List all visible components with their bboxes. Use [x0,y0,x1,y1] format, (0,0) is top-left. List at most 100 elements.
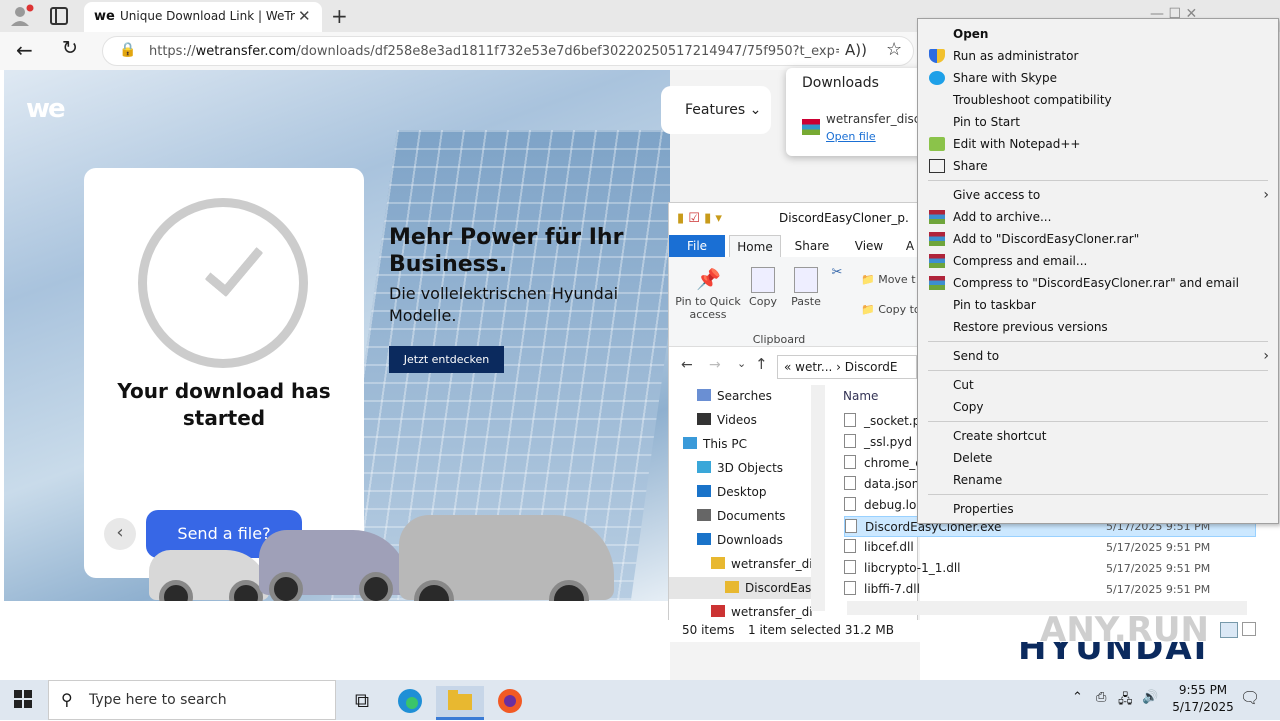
context-menu-item[interactable]: Edit with Notepad++ [919,133,1277,155]
browser-tab[interactable]: we Unique Download Link | WeTrans ✕ [84,2,322,32]
pin-quick-access-button[interactable]: 📌 Pin to Quick access [675,267,741,321]
up-arrow-icon[interactable]: ↑ [755,355,768,373]
menu-item-label: Give access to [953,188,1041,202]
menu-item-label: Add to "DiscordEasyCloner.rar" [953,232,1140,246]
clipboard-group-label: Clipboard [752,333,806,346]
details-view-icon[interactable] [1220,622,1238,638]
paste-icon [794,267,818,293]
file-name: _ssl.pyd [864,435,912,449]
ribbon-tab-file[interactable]: File [669,235,725,257]
ribbon: 📌 Pin to Quick access Copy Paste ✂ 📁 Mov… [669,257,921,347]
context-menu-item[interactable]: Cut [919,374,1277,396]
context-menu-item[interactable]: Delete [919,447,1277,469]
pin-icon: 📌 [696,267,721,291]
forward-arrow-icon[interactable]: → [709,357,721,373]
task-view-icon[interactable]: ⧉ [338,686,386,720]
menu-item-label: Troubleshoot compatibility [953,93,1112,107]
new-tab-button[interactable]: + [331,4,348,28]
open-file-link[interactable]: Open file [826,130,876,143]
menu-item-label: Send to [953,349,1000,363]
context-menu-item[interactable]: Give access to › [919,184,1277,206]
taskbar-search[interactable]: ⚲ Type here to search [48,680,336,720]
context-menu-item[interactable]: Restore previous versions [919,316,1277,338]
menu-item-label: Rename [953,473,1003,487]
file-icon [844,497,856,511]
menu-item-label: Open [953,27,989,41]
tab-actions-icon[interactable] [50,7,68,25]
ribbon-tab-share[interactable]: Share [787,235,837,257]
taskbar-clock[interactable]: 9:55 PM 5/17/2025 [1168,682,1238,716]
context-menu-item[interactable]: Share [919,155,1277,177]
context-menu-item[interactable]: Compress and email... [919,250,1277,272]
previous-button[interactable]: ‹ [104,518,136,550]
context-menu-item[interactable]: Troubleshoot compatibility [919,89,1277,111]
paste-button[interactable]: Paste [787,267,825,308]
menu-item-label: Restore previous versions [953,320,1108,334]
context-menu-item[interactable]: Pin to Start [919,111,1277,133]
firefox-icon[interactable] [486,686,534,720]
context-menu-item[interactable]: Compress to "DiscordEasyCloner.rar" and … [919,272,1277,294]
context-menu-item[interactable]: Send to › [919,345,1277,367]
cut-icon[interactable]: ✂ [829,265,845,280]
search-icon: ⚲ [61,690,73,709]
download-file-name[interactable]: wetransfer_discordeasycloner [826,112,922,126]
taskbar: ⚲ Type here to search ⧉ ⌃ ⎙ 🖧 🔊 🗨 9:55 P… [0,680,1280,720]
profile-avatar-icon[interactable] [8,4,34,28]
context-menu-item[interactable]: Copy [919,396,1277,418]
ad-headline: Mehr Power für Ihr Business. [389,225,624,277]
winrar-icon [929,210,945,224]
menu-item-label: Share [953,159,988,173]
file-date: 5/17/2025 9:51 PM [1106,562,1211,575]
lock-icon[interactable]: 🔒 [119,42,136,58]
volume-icon[interactable]: 🔊 [1142,690,1158,705]
recent-dropdown-icon[interactable]: ⌄ [737,357,746,370]
download-status-title: Your download has started [117,379,331,430]
back-button[interactable]: ← [16,38,33,62]
notifications-icon[interactable]: 🗨 [1240,688,1260,707]
clock-date: 5/17/2025 [1172,700,1234,714]
tab-close-button[interactable]: ✕ [298,7,311,25]
read-aloud-icon[interactable]: A)) [845,41,867,59]
network-icon[interactable]: 🖧 [1118,690,1133,712]
context-menu-item[interactable]: Run as administrator [919,45,1277,67]
move-to-button[interactable]: 📁 Move t [861,273,919,286]
file-icon [844,560,856,574]
features-menu[interactable]: Features ⌄ [661,86,771,134]
edge-browser-icon[interactable] [386,686,434,720]
context-menu-item[interactable]: Open [919,23,1277,45]
context-menu-item[interactable]: Add to "DiscordEasyCloner.rar" [919,228,1277,250]
ribbon-tab-view[interactable]: View [843,235,895,257]
notepadpp-icon [929,137,945,151]
menu-item-label: Pin to Start [953,115,1020,129]
context-menu-item[interactable]: Create shortcut [919,425,1277,447]
context-menu-item[interactable]: Rename [919,469,1277,491]
reload-button[interactable]: ↻ [62,37,78,59]
file-icon [845,519,857,533]
ad-cta-button[interactable]: Jetzt entdecken [389,346,504,373]
context-menu-item[interactable]: Properties [919,498,1277,520]
wetransfer-logo[interactable]: we [26,94,66,124]
clock-time: 9:55 PM [1178,683,1228,697]
tray-overflow-icon[interactable]: ⌃ [1072,690,1083,705]
explorer-title-bar: ▮ ☑ ▮ ▾ DiscordEasyCloner_p... [669,203,919,235]
file-explorer-taskbar-icon[interactable] [436,686,484,720]
context-menu-item[interactable]: Pin to taskbar [919,294,1277,316]
url-text[interactable]: https://wetransfer.com/downloads/df258e8… [149,44,839,59]
address-bar[interactable]: 🔒 https://wetransfer.com/downloads/df258… [102,36,914,66]
favorite-star-icon[interactable]: ☆ [886,39,902,60]
ribbon-tab-home[interactable]: Home [729,235,781,257]
network-drive-icon[interactable]: ⎙ [1096,690,1106,705]
quick-access-toolbar[interactable]: ▮ ☑ ▮ ▾ [677,211,722,226]
large-icons-view-icon[interactable] [1242,622,1256,636]
windows-start-icon[interactable] [14,690,34,710]
status-selection: 1 item selected 31.2 MB [748,623,894,637]
menu-item-label: Compress and email... [953,254,1088,268]
context-menu-item[interactable]: Add to archive... [919,206,1277,228]
context-menu-item[interactable]: Share with Skype [919,67,1277,89]
back-arrow-icon[interactable]: ← [681,357,693,373]
copy-button[interactable]: Copy [747,267,779,308]
copy-to-button[interactable]: 📁 Copy to [861,303,921,316]
cars-image [149,510,619,601]
explorer-address-bar[interactable]: « wetr... › DiscordE [777,355,917,379]
menu-item-label: Cut [953,378,974,392]
